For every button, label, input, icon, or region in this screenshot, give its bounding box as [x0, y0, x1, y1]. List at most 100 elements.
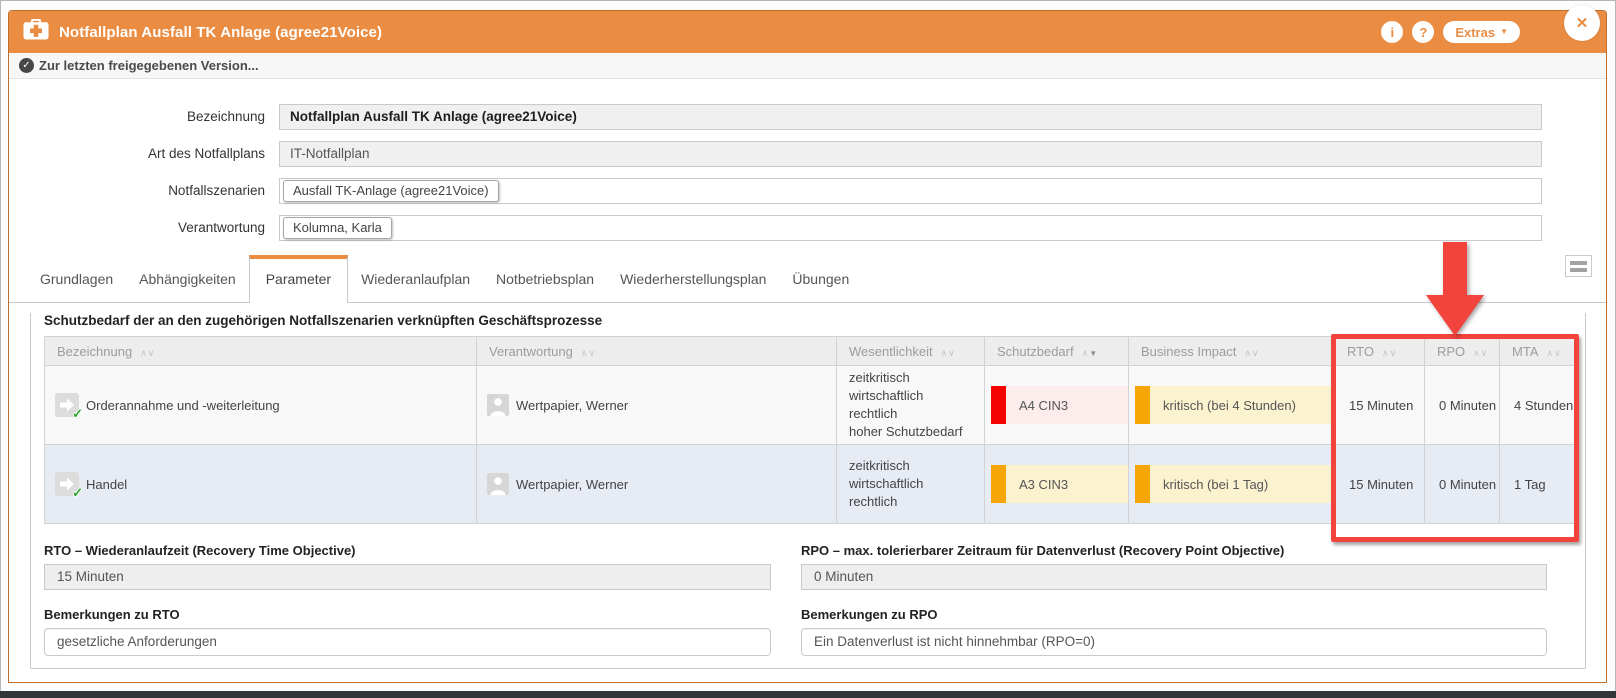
schutzbedarf-badge: A4 CIN3 — [991, 386, 1128, 424]
rpo-cell: 0 Minuten — [1425, 366, 1500, 445]
tab-abhaengigkeiten[interactable]: Abhängigkeiten — [126, 258, 249, 302]
sort-desc-icon: ∨ — [588, 348, 596, 358]
sort-desc-active-icon: ▼ — [1089, 349, 1098, 358]
form-area: Bezeichnung Notfallplan Ausfall TK Anlag… — [9, 79, 1606, 241]
notfallplan-art-input[interactable]: IT-Notfallplan — [279, 141, 1542, 167]
tab-notbetriebsplan[interactable]: Notbetriebsplan — [483, 258, 607, 302]
help-icon: ? — [1419, 25, 1427, 40]
sort-desc-icon: ∨ — [1554, 348, 1562, 358]
severity-color-block — [1135, 465, 1150, 503]
business-process-table: Bezeichnung∧∨ Verantwortung∧∨ Wesentlich… — [44, 336, 1575, 524]
rto-notes-label: Bemerkungen zu RTO — [44, 607, 771, 622]
released-check-icon: ✓ — [72, 406, 83, 422]
bezeichnung-input[interactable]: Notfallplan Ausfall TK Anlage (agree21Vo… — [279, 104, 1542, 130]
table-header-row: Bezeichnung∧∨ Verantwortung∧∨ Wesentlich… — [45, 337, 1575, 366]
version-link[interactable]: Zur letzten freigegebenen Version... — [39, 58, 259, 73]
close-button[interactable]: ✕ — [1564, 5, 1600, 41]
field-label: Art des Notfallplans — [21, 141, 279, 167]
table-row[interactable]: ✓ Handel Wertpapier, Werner — [45, 445, 1575, 524]
form-row-verantwortung: Verantwortung Kolumna, Karla — [9, 215, 1606, 241]
wesentlichkeit-list: zeitkritisch wirtschaftlich rechtlich — [837, 457, 984, 511]
rpo-label: RPO – max. tolerierbarer Zeitraum für Da… — [801, 543, 1547, 558]
sort-asc-icon: ∧ — [140, 348, 148, 358]
help-button[interactable]: ? — [1412, 21, 1434, 43]
page: Notfallplan Ausfall TK Anlage (agree21Vo… — [0, 0, 1616, 698]
business-impact-badge: kritisch (bei 1 Tag) — [1135, 465, 1334, 503]
mta-cell: 4 Stunden — [1500, 366, 1575, 445]
window-titlebar: Notfallplan Ausfall TK Anlage (agree21Vo… — [9, 11, 1606, 53]
mta-cell: 1 Tag — [1500, 445, 1575, 524]
form-row-art: Art des Notfallplans IT-Notfallplan — [9, 141, 1606, 167]
screen-bottom-edge — [0, 691, 1616, 698]
info-button[interactable]: i — [1381, 21, 1403, 43]
business-impact-label: kritisch (bei 4 Stunden) — [1163, 398, 1296, 413]
column-header-wesentlichkeit[interactable]: Wesentlichkeit∧∨ — [837, 337, 985, 366]
rto-cell: 15 Minuten — [1335, 366, 1425, 445]
sort-asc-icon: ∧ — [1473, 348, 1481, 358]
extras-label: Extras — [1455, 25, 1495, 40]
form-row-szenarien: Notfallszenarien Ausfall TK-Anlage (agre… — [9, 178, 1606, 204]
column-header-bezeichnung[interactable]: Bezeichnung∧∨ — [45, 337, 477, 366]
list-view-button[interactable] — [1565, 255, 1592, 277]
verantwortung-chip[interactable]: Kolumna, Karla — [283, 217, 392, 239]
sort-desc-icon: ∨ — [1252, 348, 1260, 358]
app-window: Notfallplan Ausfall TK Anlage (agree21Vo… — [8, 10, 1607, 683]
sort-desc-icon: ∨ — [1390, 348, 1398, 358]
form-row-bezeichnung: Bezeichnung Notfallplan Ausfall TK Anlag… — [9, 104, 1606, 130]
business-impact-badge: kritisch (bei 4 Stunden) — [1135, 386, 1334, 424]
sort-asc-icon: ∧ — [1244, 348, 1252, 358]
business-impact-label: kritisch (bei 1 Tag) — [1163, 477, 1268, 492]
column-header-mta[interactable]: MTA∧∨ — [1500, 337, 1575, 366]
rpo-cell: 0 Minuten — [1425, 445, 1500, 524]
info-icon: i — [1391, 25, 1395, 40]
rto-notes-input[interactable]: gesetzliche Anforderungen — [44, 628, 771, 656]
verantwortung-field[interactable]: Kolumna, Karla — [279, 215, 1542, 241]
sort-desc-icon: ∨ — [148, 348, 156, 358]
responsible-name: Wertpapier, Werner — [516, 398, 628, 413]
extras-button[interactable]: Extras ▼ — [1443, 21, 1520, 43]
tab-grundlagen[interactable]: Grundlagen — [27, 258, 126, 302]
rto-value-field: 15 Minuten — [44, 564, 771, 590]
tab-bar: Grundlagen Abhängigkeiten Parameter Wied… — [9, 253, 1606, 303]
responsible-name: Wertpapier, Werner — [516, 477, 628, 492]
rto-label: RTO – Wiederanlaufzeit (Recovery Time Ob… — [44, 543, 771, 558]
titlebar-actions: i ? Extras ▼ — [1381, 21, 1592, 43]
field-label: Notfallszenarien — [21, 178, 279, 204]
notfallszenarien-field[interactable]: Ausfall TK-Anlage (agree21Voice) — [279, 178, 1542, 204]
column-header-business-impact[interactable]: Business Impact∧∨ — [1129, 337, 1335, 366]
sort-asc-icon: ∧ — [1382, 348, 1390, 358]
sort-desc-icon: ∨ — [1481, 348, 1489, 358]
sort-desc-icon: ∨ — [948, 348, 956, 358]
process-icon: ✓ — [55, 472, 79, 496]
first-aid-kit-icon — [23, 19, 49, 45]
close-icon: ✕ — [1576, 14, 1589, 32]
process-name: Handel — [86, 477, 127, 492]
tab-parameter[interactable]: Parameter — [249, 255, 348, 303]
window-title: Notfallplan Ausfall TK Anlage (agree21Vo… — [59, 24, 382, 41]
tab-wiederanlaufplan[interactable]: Wiederanlaufplan — [348, 258, 483, 302]
severity-color-block — [991, 465, 1006, 503]
column-header-schutzbedarf[interactable]: Schutzbedarf∧▼ — [985, 337, 1129, 366]
person-icon — [487, 473, 509, 495]
rpo-value-field: 0 Minuten — [801, 564, 1547, 590]
wesentlichkeit-list: zeitkritisch wirtschaftlich rechtlich ho… — [837, 369, 984, 441]
list-icon — [1570, 261, 1587, 265]
released-check-icon: ✓ — [72, 485, 83, 501]
tab-wiederherstellungsplan[interactable]: Wiederherstellungsplan — [607, 258, 779, 302]
severity-color-block — [991, 386, 1006, 424]
schutzbedarf-label: A3 CIN3 — [1019, 477, 1068, 492]
version-bar: ✓ Zur letzten freigegebenen Version... — [9, 53, 1606, 79]
column-header-rpo[interactable]: RPO∧∨ — [1425, 337, 1500, 366]
parameter-tab-panel: Schutzbedarf der an den zugehörigen Notf… — [30, 313, 1586, 669]
process-icon: ✓ — [55, 393, 79, 417]
column-header-rto[interactable]: RTO∧∨ — [1335, 337, 1425, 366]
tab-uebungen[interactable]: Übungen — [779, 258, 862, 302]
rpo-notes-input[interactable]: Ein Datenverlust ist nicht hinnehmbar (R… — [801, 628, 1547, 656]
schutzbedarf-badge: A3 CIN3 — [991, 465, 1128, 503]
rpo-notes-label: Bemerkungen zu RPO — [801, 607, 1547, 622]
schutzbedarf-label: A4 CIN3 — [1019, 398, 1068, 413]
table-row[interactable]: ✓ Orderannahme und -weiterleitung Wertpa… — [45, 366, 1575, 445]
szenario-chip[interactable]: Ausfall TK-Anlage (agree21Voice) — [283, 180, 499, 202]
field-label: Verantwortung — [21, 215, 279, 241]
column-header-verantwortung[interactable]: Verantwortung∧∨ — [477, 337, 837, 366]
